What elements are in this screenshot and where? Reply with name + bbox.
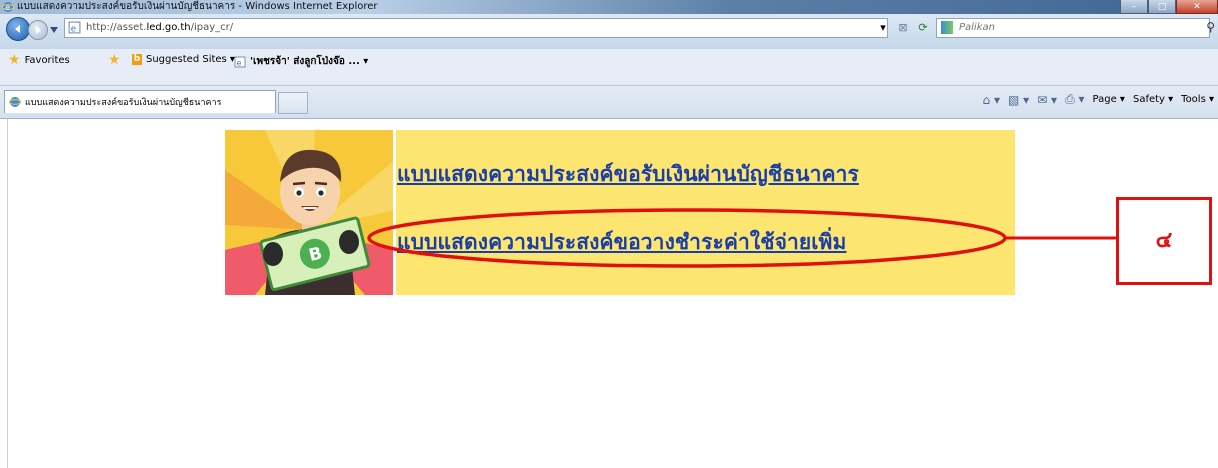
bing-icon: b xyxy=(132,54,142,65)
favorites-item-link[interactable]: e 'เพชรจ้า' ส่งลูกโป่งจ๊อ ... ▾ xyxy=(234,54,368,69)
address-dropdown-icon[interactable]: ▾ xyxy=(874,18,892,36)
arrow-left-icon xyxy=(15,25,20,33)
forward-button[interactable] xyxy=(28,20,48,40)
svg-text:e: e xyxy=(5,3,10,12)
favorites-button[interactable]: ★ Favorites xyxy=(8,52,70,68)
annotation-number: ๔ xyxy=(1155,228,1173,253)
window-title-bar[interactable]: e แบบแสดงความประสงค์ขอรับเงินผ่านบัญชีธน… xyxy=(0,0,1218,14)
print-icon[interactable]: ⎙ ▾ xyxy=(1065,92,1084,107)
content-border xyxy=(7,119,8,468)
mail-icon[interactable]: ✉ ▾ xyxy=(1037,93,1057,107)
new-tab-button[interactable] xyxy=(278,92,308,114)
ie-logo-icon: e xyxy=(2,2,14,12)
add-favorites-icon[interactable]: ★ xyxy=(108,53,121,67)
svg-text:e: e xyxy=(237,58,242,67)
feeds-icon[interactable]: ▧ ▾ xyxy=(1008,93,1029,107)
banner-divider xyxy=(393,130,396,295)
search-icon[interactable]: ⚲ xyxy=(1206,20,1215,34)
search-box[interactable]: Palikan ⚲ xyxy=(936,18,1215,38)
search-input[interactable]: Palikan xyxy=(959,19,995,37)
recent-pages-dropdown-icon[interactable] xyxy=(50,27,58,33)
address-url[interactable]: http://asset.led.go.th/ipay_cr/ xyxy=(86,19,233,37)
businessman-money-illustration: B xyxy=(225,130,395,295)
page-icon: e xyxy=(234,56,246,67)
page-icon: e xyxy=(68,21,81,34)
additional-expense-payment-link[interactable]: แบบแสดงความประสงค์ขอวางชำระค่าใช้จ่ายเพิ… xyxy=(397,226,846,259)
receive-payment-bank-account-link[interactable]: แบบแสดงความประสงค์ขอรับเงินผ่านบัญชีธนาค… xyxy=(397,158,859,191)
back-button[interactable] xyxy=(6,17,30,41)
maximize-button[interactable]: □ xyxy=(1148,0,1176,14)
navigation-bar: e http://asset.led.go.th/ipay_cr/ ▾ ⊠ ⟳ … xyxy=(0,14,1218,49)
minimize-button[interactable]: – xyxy=(1120,0,1148,14)
tab-bar: แบบแสดงความประสงค์ขอรับเงินผ่านบัญชีธนาค… xyxy=(0,86,1218,119)
tab-current[interactable]: แบบแสดงความประสงค์ขอรับเงินผ่านบัญชีธนาค… xyxy=(4,90,276,113)
address-bar[interactable]: e http://asset.led.go.th/ipay_cr/ xyxy=(64,18,888,38)
arrow-right-icon xyxy=(36,26,41,34)
svg-text:e: e xyxy=(71,24,76,34)
ie-page-icon xyxy=(9,97,21,107)
compatibility-view-icon[interactable]: ⊠ xyxy=(894,18,912,36)
star-icon: ★ xyxy=(8,52,21,68)
refresh-icon[interactable]: ⟳ xyxy=(914,18,932,36)
close-button[interactable]: ✕ xyxy=(1176,0,1218,14)
safety-menu[interactable]: Safety ▾ xyxy=(1133,94,1173,105)
search-provider-icon xyxy=(941,21,953,34)
home-icon[interactable]: ⌂ ▾ xyxy=(983,93,1000,107)
page-menu[interactable]: Page ▾ xyxy=(1093,94,1125,105)
tools-menu[interactable]: Tools ▾ xyxy=(1181,94,1214,105)
suggested-sites-button[interactable]: b Suggested Sites ▾ xyxy=(132,54,235,65)
window-title: แบบแสดงความประสงค์ขอรับเงินผ่านบัญชีธนาค… xyxy=(17,1,378,12)
favorites-bar: ★ Favorites ★ b Suggested Sites ▾ e 'เพช… xyxy=(0,49,1218,86)
